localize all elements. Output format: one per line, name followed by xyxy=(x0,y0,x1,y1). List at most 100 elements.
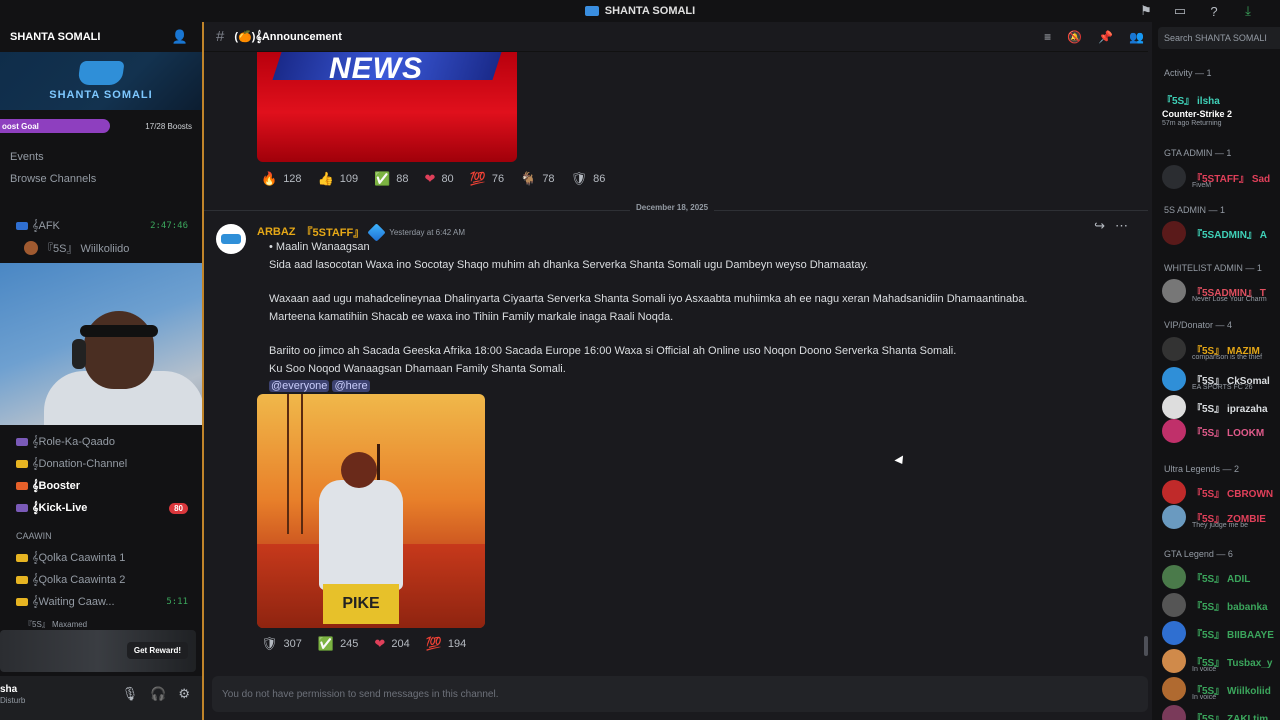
avatar xyxy=(1162,677,1186,701)
message-line: Sida aad lasocotan Waxa ino Socotay Shaq… xyxy=(269,259,869,271)
reaction-fire[interactable]: 🔥 128 xyxy=(257,168,306,190)
mention-here[interactable]: @here xyxy=(332,380,370,392)
more-options-icon[interactable]: ⋯ xyxy=(1115,218,1128,234)
reaction-hundred[interactable]: 💯 194 xyxy=(422,633,471,655)
date-divider-label: December 18, 2025 xyxy=(630,203,715,212)
reaction-goat[interactable]: 🐐 78 xyxy=(516,168,558,190)
reaction-count: 307 xyxy=(283,638,302,650)
channel-role-ka-qaado[interactable]: 𝄞Role-Ka-Qaado xyxy=(0,431,202,453)
member-item[interactable]: 『5SADMIN』 A xyxy=(1162,221,1267,245)
image-character-shorts: PIKE xyxy=(323,584,399,624)
avatar xyxy=(1162,705,1186,720)
threads-icon[interactable]: ≡ xyxy=(1044,30,1051,44)
voice-channel-caawinta-2[interactable]: 𝄞Qolka Caawinta 2 xyxy=(0,569,202,591)
add-member-icon[interactable]: 👤 xyxy=(172,29,188,45)
voice-timer: 5:11 xyxy=(166,597,188,607)
user-name[interactable]: sha xyxy=(0,684,17,695)
mention-everyone[interactable]: @everyone xyxy=(269,380,330,392)
member-item[interactable]: 『5S』 iprazaha xyxy=(1162,395,1268,419)
image-character-body xyxy=(319,480,403,590)
pin-icon[interactable]: 📌 xyxy=(1098,30,1113,44)
member-item[interactable]: 『5SADMIN』 T Never Lose Your Charm xyxy=(1162,279,1267,303)
search-input[interactable]: Search SHANTA SOMALI xyxy=(1158,27,1280,49)
member-item[interactable]: 『5S』 BIIBAAYE xyxy=(1162,621,1274,645)
avatar[interactable] xyxy=(216,224,246,254)
avatar xyxy=(1162,221,1186,245)
member-item[interactable]: 『5S』 CkSomal EA SPORTS FC 26 xyxy=(1162,367,1270,391)
heart-icon: ❤ xyxy=(374,636,386,651)
voice-channel-waiting[interactable]: 𝄞Waiting Caaw... 5:11 xyxy=(0,591,202,613)
category-caawin[interactable]: CAAWIN xyxy=(0,525,202,547)
channel-kick-live[interactable]: 𝄞Kick-Live 80 xyxy=(0,497,202,519)
reaction-check[interactable]: ✅ 245 xyxy=(314,633,363,655)
webcam-headband xyxy=(80,325,158,337)
reaction-heart[interactable]: ❤ 80 xyxy=(421,168,458,190)
voice-channel-afk[interactable]: 𝄞AFK 2:47:46 xyxy=(0,215,202,237)
member-item[interactable]: 『5S』 ADIL xyxy=(1162,565,1250,589)
reaction-server[interactable]: 🛡 86 xyxy=(567,168,610,190)
reaction-check[interactable]: ✅ 88 xyxy=(370,168,412,190)
category-label: CAAWIN xyxy=(16,531,52,541)
reaction-heart[interactable]: ❤ 204 xyxy=(370,633,413,655)
channel-label: 𝄞AFK xyxy=(32,219,60,232)
channel-donation[interactable]: 𝄞Donation-Channel xyxy=(0,453,202,475)
screen-icon[interactable]: ▭ xyxy=(1172,3,1188,19)
window-titlebar: SHANTA SOMALI ⚑ ▭ ? ⤓ xyxy=(0,0,1280,22)
member-item[interactable]: 『5S』 Tusbax_y In voice xyxy=(1162,649,1272,673)
server-header[interactable]: SHANTA SOMALI 👤 xyxy=(0,22,202,52)
settings-gear-icon[interactable]: ⚙ xyxy=(178,686,190,702)
webcam-person-head xyxy=(84,311,154,389)
message-author[interactable]: ARBAZ xyxy=(257,226,296,238)
download-icon[interactable]: ⤓ xyxy=(1240,3,1256,19)
news-image[interactable]: NEWS xyxy=(257,52,517,162)
channel-booster[interactable]: 𝄞Booster xyxy=(0,475,202,497)
member-item[interactable]: 『5S』 CBROWN xyxy=(1162,480,1273,504)
server-banner-text: SHANTA SOMALI xyxy=(49,89,153,101)
reaction-hundred[interactable]: 💯 76 xyxy=(466,168,508,190)
member-item[interactable]: 『5S』 LOOKM xyxy=(1162,419,1264,443)
channel-badge-icon xyxy=(16,554,28,562)
reactions-top: 🔥 128 👍 109 ✅ 88 ❤ 80 💯 76 🐐 78 🛡 86 xyxy=(257,168,609,190)
avatar xyxy=(1162,395,1186,419)
browse-channels-menu-item[interactable]: Browse Channels xyxy=(0,168,202,190)
avatar-logo xyxy=(221,234,241,244)
flag-icon[interactable]: ⚑ xyxy=(1138,3,1154,19)
help-icon[interactable]: ? xyxy=(1206,3,1222,19)
reaction-thumbs-up[interactable]: 👍 109 xyxy=(314,168,363,190)
forward-icon[interactable]: ↪ xyxy=(1094,218,1105,234)
member-item[interactable]: 『5S』 Wiilkoliid In voice xyxy=(1162,677,1271,701)
activity-header: Activity — 1 xyxy=(1164,68,1212,78)
activity-card[interactable]: 『5S』 ilsha Counter-Strike 2 57m ago Retu… xyxy=(1162,92,1280,127)
member-item[interactable]: 『5STAFF』 Sad FiveM xyxy=(1162,165,1270,189)
events-menu-item[interactable]: Events xyxy=(0,146,202,168)
member-item[interactable]: 『5S』 MAZIM comparison is the thief xyxy=(1162,337,1262,361)
headphones-icon[interactable]: 🎧 xyxy=(150,686,166,702)
chat-scrollbar[interactable] xyxy=(1144,636,1148,656)
reactions-bottom: 🛡 307 ✅ 245 ❤ 204 💯 194 xyxy=(257,633,470,655)
heart-icon: ❤ xyxy=(424,171,436,186)
microphone-icon[interactable]: 🎙 xyxy=(122,686,139,702)
member-list-icon[interactable]: 👥 xyxy=(1129,30,1144,44)
mute-bell-icon[interactable]: 🔕 xyxy=(1067,30,1082,44)
message-line: Marteena kamatihiin Shacab ee waxa ino T… xyxy=(269,311,674,323)
voice-channel-caawinta-1[interactable]: 𝄞Qolka Caawinta 1 xyxy=(0,547,202,569)
channel-badge-icon xyxy=(16,460,28,468)
browse-channels-label: Browse Channels xyxy=(10,173,97,185)
activity-status: Returning xyxy=(1191,120,1222,127)
member-status: They judge me be xyxy=(1192,522,1249,529)
channel-name: (🍊)𝄞Announcement xyxy=(234,30,342,43)
role-group-header: 5S ADMIN — 1 xyxy=(1164,205,1226,215)
message-image[interactable]: PIKE xyxy=(257,394,485,628)
webcam-headphones xyxy=(72,339,86,369)
boost-count: 17/28 Boosts xyxy=(145,121,192,131)
member-item[interactable]: 『5S』 ZOMBIE They judge me be xyxy=(1162,505,1266,529)
reaction-count: 128 xyxy=(283,173,302,185)
member-item[interactable]: 『5S』 ZAKI tim xyxy=(1162,705,1268,720)
member-item[interactable]: 『5S』 babanka xyxy=(1162,593,1268,617)
thumbs-up-icon: 👍 xyxy=(317,171,334,186)
voice-user[interactable]: 『5S』 Wiilkoliido xyxy=(0,237,202,259)
reaction-server[interactable]: 🛡 307 xyxy=(257,633,306,655)
get-reward-button[interactable]: Get Reward! xyxy=(126,642,188,659)
boost-goal[interactable]: oost Goal 17/28 Boosts xyxy=(0,110,202,142)
fire-icon: 🔥 xyxy=(261,171,278,186)
